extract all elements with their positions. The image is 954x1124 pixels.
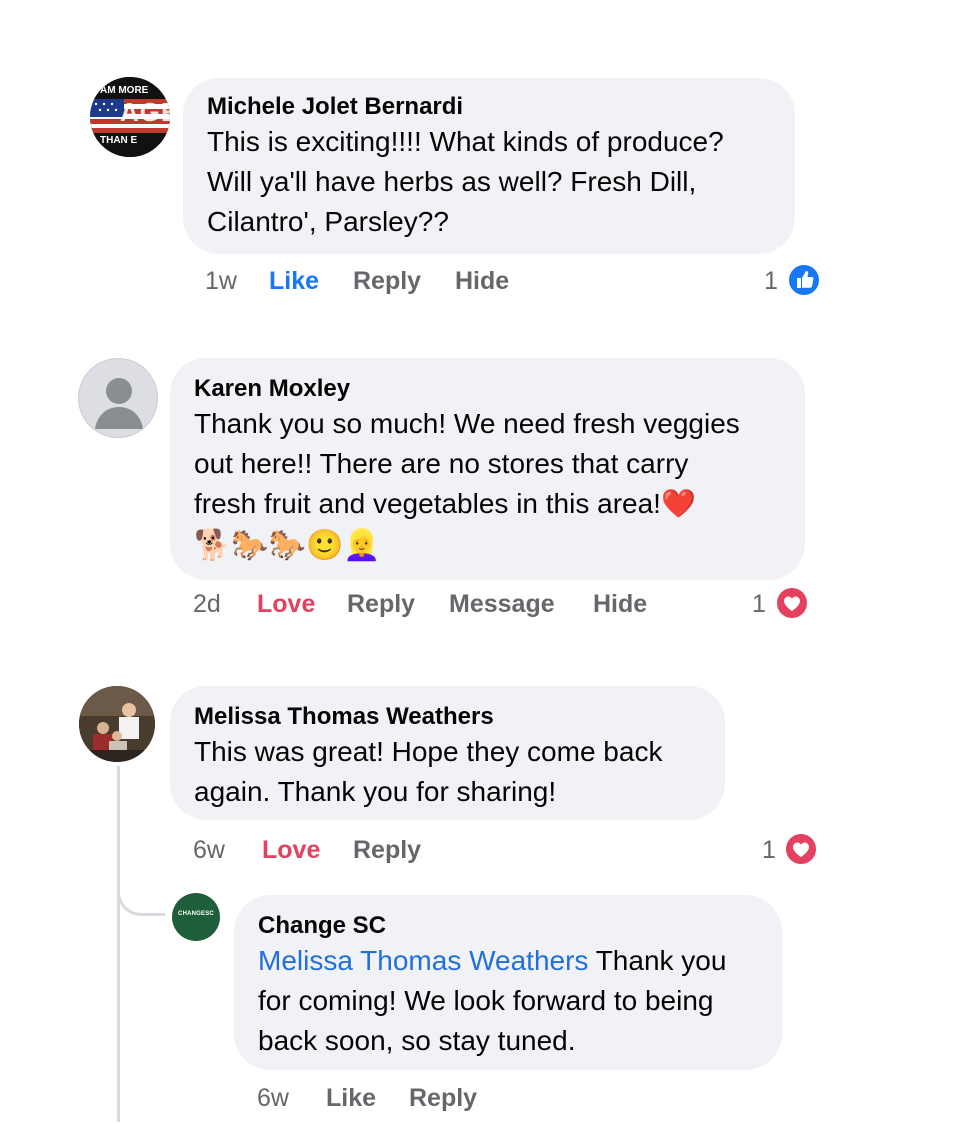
like-button[interactable]: Like [326,1081,376,1115]
comment-time[interactable]: 6w [193,833,225,867]
comment-actions: 6w Love Reply [193,833,593,867]
reply-author[interactable]: Change SC [258,911,758,941]
reply-text-line-wrap: Melissa Thomas Weathers Thank you [258,941,758,981]
comment-bubble: Michele Jolet Bernardi This is exciting!… [183,78,795,254]
comment-text-line: Thank you so much! We need fresh veggies [194,408,740,439]
reaction-count[interactable]: 1 [764,264,778,298]
reply-button[interactable]: Reply [347,587,415,621]
reaction-count[interactable]: 1 [762,833,776,867]
love-icon [784,832,818,866]
reply-text-line: Thank you [588,945,727,976]
avatar-logo-text: CHANGESC [178,911,214,917]
comment-bubble: Melissa Thomas Weathers This was great! … [170,686,725,820]
reply-bubble: Change SC Melissa Thomas Weathers Thank … [234,895,782,1070]
comment-text-line: Will ya'll have herbs as well? Fresh Dil… [207,166,697,197]
emoji-row: 🐕🐎🐎🙂👱‍♀️ [194,529,381,562]
comment-time[interactable]: 2d [193,587,221,621]
comment-text-line: out here!! There are no stores that carr… [194,448,689,479]
comment-bubble: Karen Moxley Thank you so much! We need … [170,358,805,580]
heart-emoji: ❤️ [660,488,696,519]
message-button[interactable]: Message [449,587,555,621]
avatar-change-sc[interactable]: CHANGESC [172,893,220,941]
comment-author[interactable]: Karen Moxley [194,374,781,404]
comment-author[interactable]: Melissa Thomas Weathers [194,702,701,732]
love-button[interactable]: Love [257,587,315,621]
avatar-michele[interactable]: AM MORE AGE THAN E [90,77,170,157]
comment-text-line-wrap: fresh fruit and vegetables in this area!… [194,484,781,524]
comment-actions: 2d Love Reply Message Hide [193,587,753,621]
love-button[interactable]: Love [262,833,320,867]
comment-text-line: Cilantro', Parsley?? [207,206,449,237]
comment-author[interactable]: Michele Jolet Bernardi [207,92,771,122]
thread-connector [117,880,165,916]
reply-time[interactable]: 6w [257,1081,289,1115]
reply-button[interactable]: Reply [353,264,421,298]
comment-actions: 1w Like Reply Hide [205,264,765,298]
like-button[interactable]: Like [269,264,319,298]
comment-text-line: This was great! Hope they come back [194,736,663,767]
reply-text-line: back soon, so stay tuned. [258,1025,576,1056]
comment-text-line: again. Thank you for sharing! [194,776,557,807]
mention-link[interactable]: Melissa Thomas Weathers [258,945,588,976]
default-avatar-icon [95,378,143,429]
avatar-top-text: AM MORE [100,85,149,96]
love-icon [775,586,809,620]
avatar-karen[interactable] [78,358,158,438]
avatar-bottom-text: THAN E [100,135,138,146]
reply-button[interactable]: Reply [353,833,421,867]
like-icon [787,263,821,297]
hide-button[interactable]: Hide [593,587,647,621]
photo-avatar-image [79,686,155,762]
reaction-count[interactable]: 1 [752,587,766,621]
reply-button[interactable]: Reply [409,1081,477,1115]
comment-time[interactable]: 1w [205,264,237,298]
avatar-mid-text: AGE [120,97,170,127]
reply-actions: 6w Like Reply [257,1081,557,1115]
comment-text-line: fresh fruit and vegetables in this area! [194,488,661,519]
hide-button[interactable]: Hide [455,264,509,298]
avatar-melissa[interactable] [79,686,155,762]
thread-line [117,766,120,1122]
reply-text-line: for coming! We look forward to being [258,985,714,1016]
comment-text-line: This is exciting!!!! What kinds of produ… [207,126,724,157]
